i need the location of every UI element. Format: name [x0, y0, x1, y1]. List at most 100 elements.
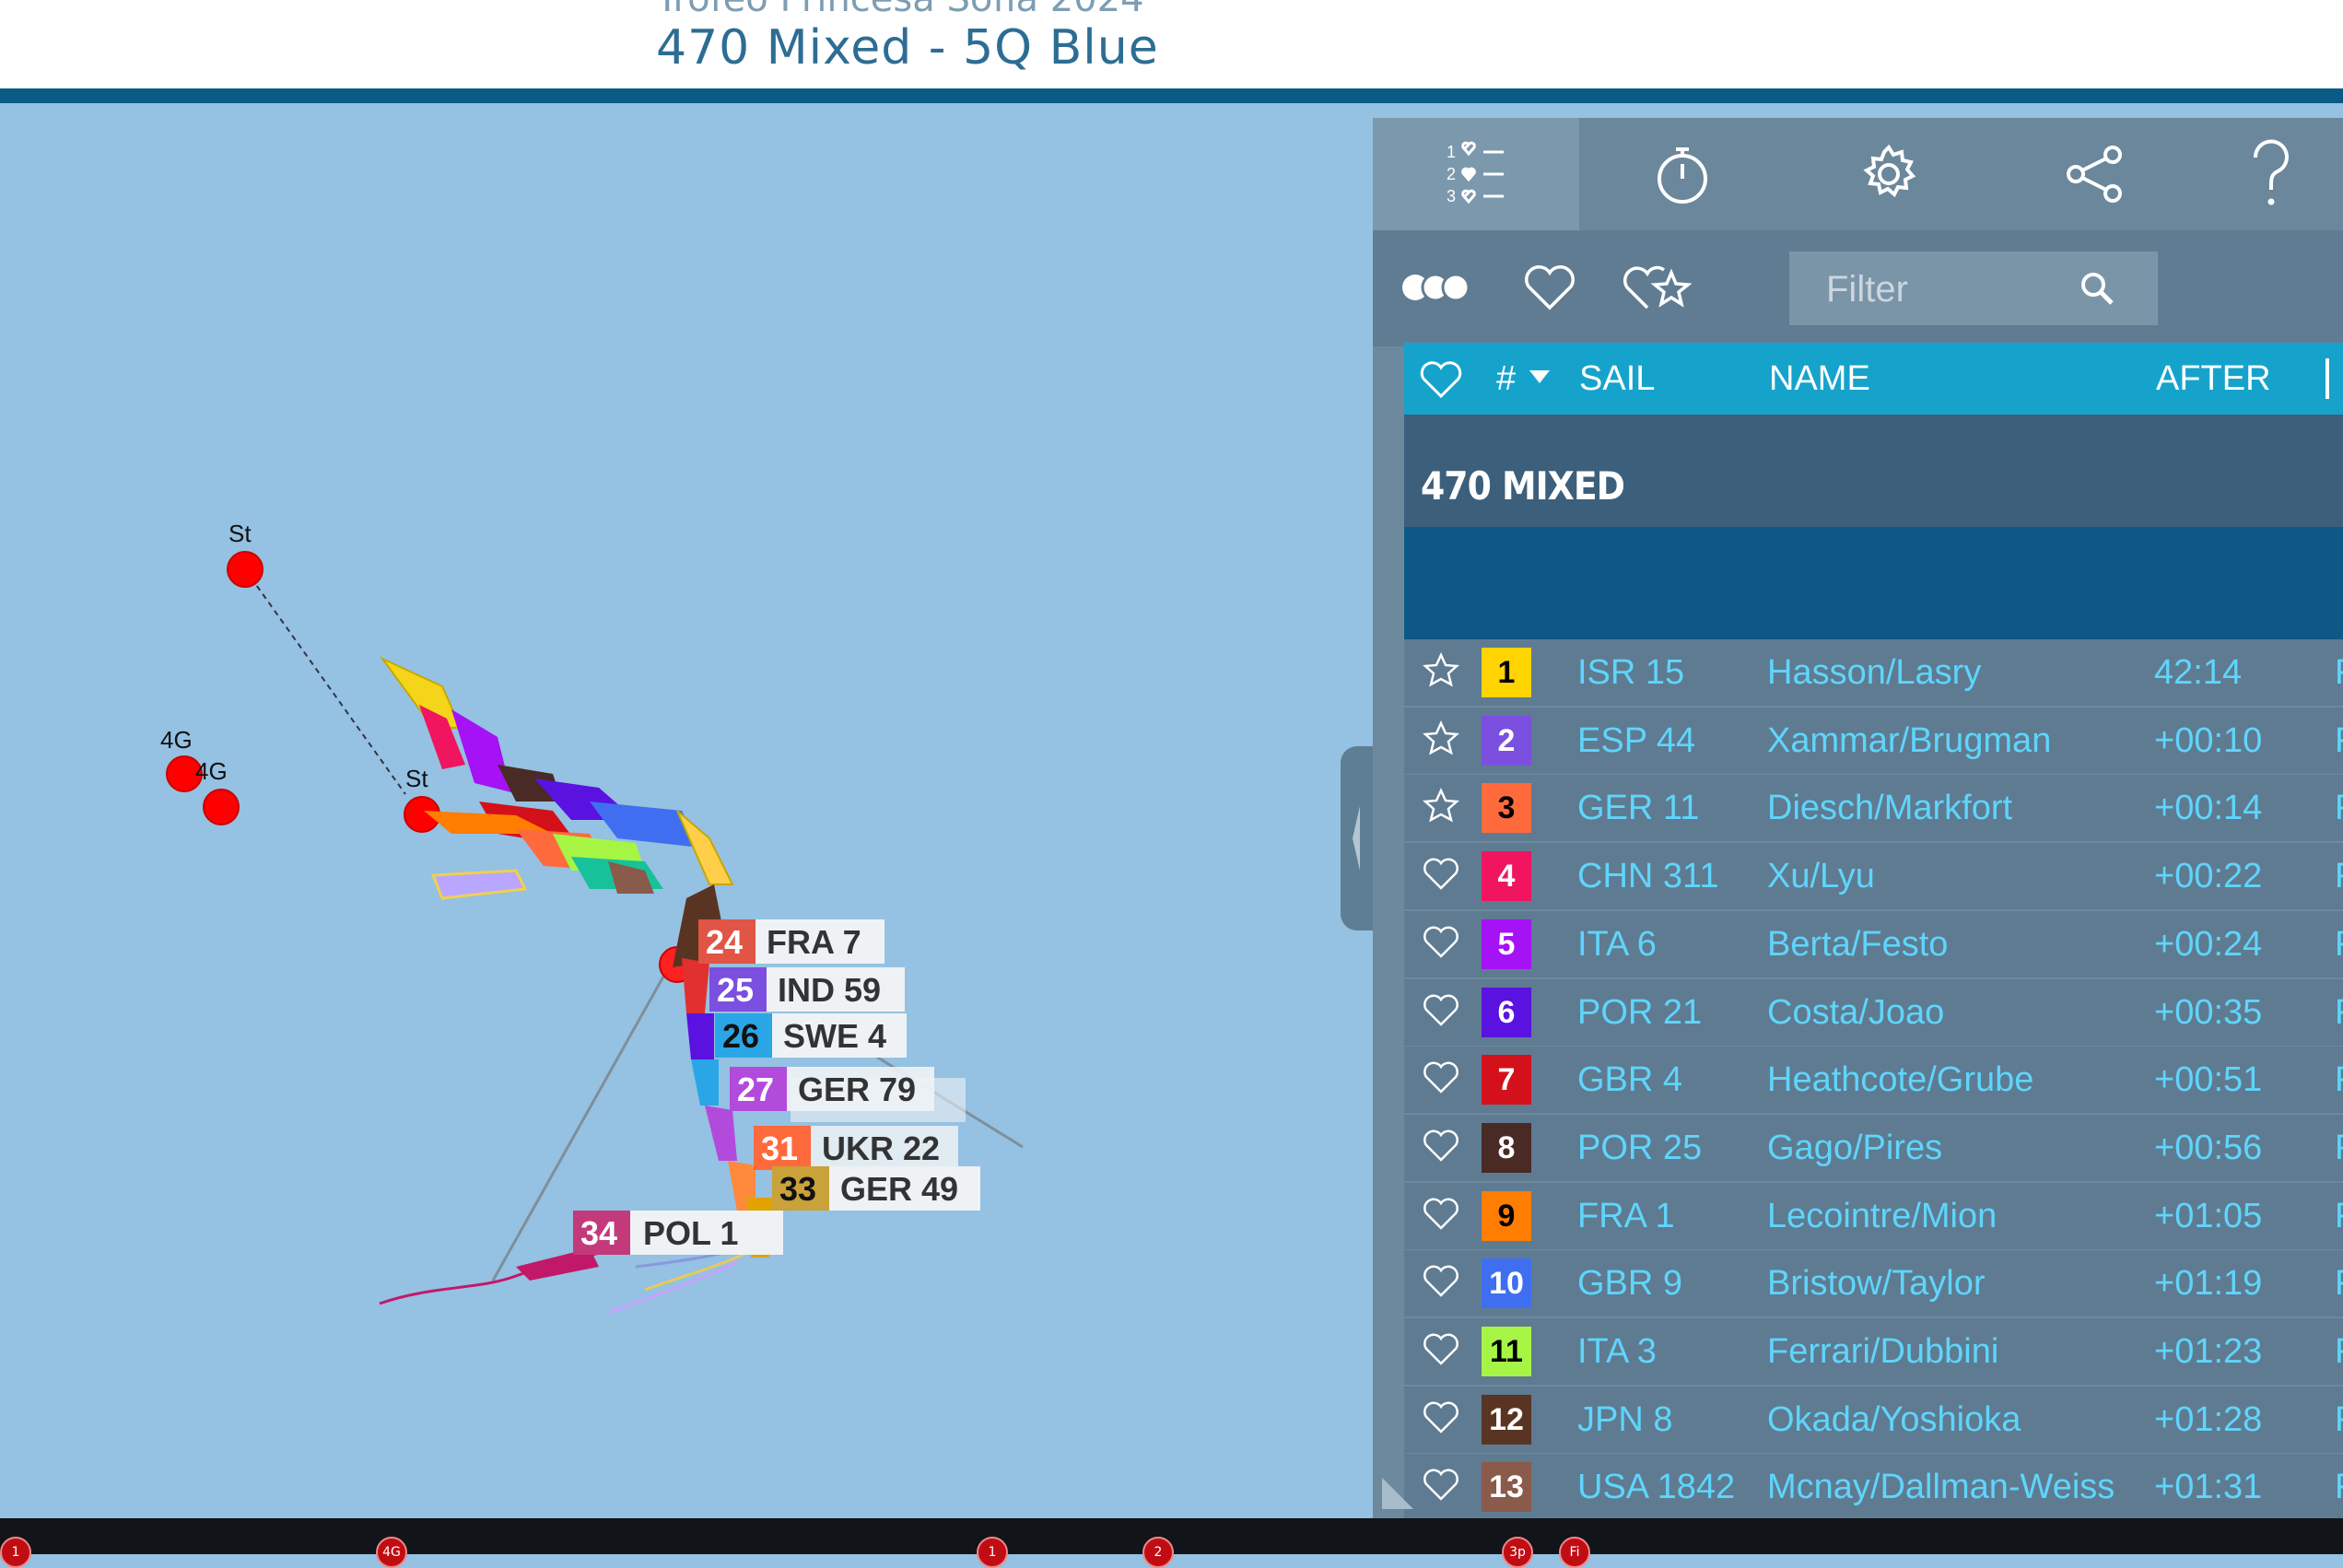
leaderboard-panel: 1 2 3 Filter # SAIL NAME AFTER 470 MIXED… — [1373, 118, 2343, 1518]
timeline-mark[interactable]: 1 — [977, 1537, 1008, 1568]
heart-icon[interactable] — [1423, 924, 1459, 965]
timeline-mark[interactable]: 4G — [376, 1537, 407, 1568]
table-row[interactable]: 5 ITA 6 Berta/Festo +00:24 F — [1404, 910, 2343, 977]
rank-badge: 13 — [1482, 1462, 1531, 1513]
heart-icon[interactable] — [1419, 359, 1463, 400]
heart-icon[interactable] — [1423, 1059, 1459, 1100]
star-icon[interactable] — [1422, 788, 1460, 828]
next-column-clip: F — [2335, 911, 2343, 977]
table-row[interactable]: 6 POR 21 Costa/Joao +00:35 F — [1404, 978, 2343, 1046]
heart-icon[interactable] — [1423, 1196, 1459, 1236]
sort-desc-icon[interactable] — [1529, 370, 1550, 383]
table-row[interactable]: 2 ESP 44 Xammar/Brugman +00:10 F — [1404, 707, 2343, 774]
sail-number: FRA 1 — [1577, 1196, 1675, 1235]
column-after[interactable]: AFTER — [2156, 343, 2271, 415]
crew-name[interactable]: Diesch/Markfort — [1767, 775, 2012, 841]
time-after: 42:14 — [2154, 653, 2243, 692]
crew-name[interactable]: Xammar/Brugman — [1767, 708, 2051, 774]
boat-rank: 34 — [580, 1214, 617, 1252]
crew-name[interactable]: Gago/Pires — [1767, 1115, 1942, 1181]
heart-icon[interactable] — [1423, 1263, 1459, 1304]
boat-rank: 33 — [779, 1170, 816, 1208]
crew-name[interactable]: Okada/Yoshioka — [1767, 1387, 2021, 1453]
column-name[interactable]: NAME — [1769, 343, 1870, 415]
favorites-star-filter[interactable] — [1622, 258, 1695, 317]
ranking-tab[interactable]: 1 2 3 — [1373, 118, 1579, 230]
table-row[interactable]: 3 GER 11 Diesch/Markfort +00:14 F — [1404, 775, 2343, 842]
crew-name[interactable]: Costa/Joao — [1767, 979, 1944, 1046]
table-row[interactable]: 12 JPN 8 Okada/Yoshioka +01:28 F — [1404, 1386, 2343, 1453]
race-title: 470 Mixed - 5Q Blue — [656, 20, 1159, 76]
help-icon — [2253, 139, 2289, 205]
time-after: +00:22 — [2154, 857, 2263, 896]
share-tab[interactable] — [1992, 118, 2198, 230]
next-column-clip: F — [2335, 1250, 2343, 1316]
crew-name[interactable]: Hasson/Lasry — [1767, 639, 1981, 706]
timeline-bar[interactable]: 1 4G 1 2 3p Fi — [0, 1518, 2343, 1568]
boat-sail: GER 79 — [798, 1071, 916, 1108]
filter-input[interactable] — [1789, 252, 2104, 327]
next-column-clip: F — [2335, 843, 2343, 909]
table-row[interactable]: 1 ISR 15 Hasson/Lasry 42:14 F — [1404, 639, 2343, 706]
boat-sail: IND 59 — [778, 971, 881, 1009]
crew-name[interactable]: Heathcote/Grube — [1767, 1047, 2033, 1113]
crew-name[interactable]: Bristow/Taylor — [1767, 1250, 1986, 1316]
timeline-mark[interactable]: 2 — [1142, 1537, 1174, 1568]
leaderboard-header: # SAIL NAME AFTER — [1404, 343, 2343, 415]
rank-badge: 6 — [1482, 987, 1531, 1037]
boat-rank: 25 — [717, 971, 754, 1009]
table-row[interactable]: 4 CHN 311 Xu/Lyu +00:22 F — [1404, 843, 2343, 910]
table-row[interactable]: 11 ITA 3 Ferrari/Dubbini +01:23 F — [1404, 1318, 2343, 1385]
crew-name[interactable]: Xu/Lyu — [1767, 843, 1875, 909]
table-row[interactable]: 8 POR 25 Gago/Pires +00:56 F — [1404, 1114, 2343, 1181]
heart-icon[interactable] — [1423, 992, 1459, 1033]
column-sail[interactable]: SAIL — [1579, 343, 1655, 415]
time-after: +00:56 — [2154, 1128, 2263, 1167]
timer-tab[interactable] — [1579, 118, 1786, 230]
boat-label-group[interactable]: 24 FRA 7 25 IND 59 26 SWE 4 27 GER 79 31… — [573, 919, 980, 1255]
boat-track — [607, 1260, 738, 1315]
boat-rank: 31 — [761, 1129, 798, 1167]
heart-icon[interactable] — [1423, 1467, 1459, 1507]
heart-icon[interactable] — [1423, 1331, 1459, 1372]
race-map[interactable]: St St 4G 4G 24 FRA 7 25 IND 59 26 SWE 4 … — [0, 118, 1373, 1518]
rank-badge: 4 — [1482, 851, 1531, 902]
timeline-mark[interactable]: 3p — [1502, 1537, 1533, 1568]
rank-badge: 3 — [1482, 783, 1531, 834]
all-boats-toggle[interactable] — [1400, 258, 1474, 317]
star-icon[interactable] — [1422, 720, 1460, 761]
all-boats-icon — [1402, 273, 1470, 302]
table-row[interactable]: 7 GBR 4 Heathcote/Grube +00:51 F — [1404, 1047, 2343, 1114]
column-rank[interactable]: # — [1496, 343, 1516, 415]
svg-text:1: 1 — [1447, 143, 1456, 161]
table-row[interactable]: 13 USA 1842 Mcnay/Dallman-Weiss +01:31 F — [1404, 1454, 2343, 1518]
next-column-clip: F — [2335, 1318, 2343, 1385]
boat-sail: SWE 4 — [783, 1017, 886, 1055]
mark-gate[interactable] — [203, 789, 240, 825]
crew-name[interactable]: Ferrari/Dubbini — [1767, 1318, 1998, 1385]
help-tab[interactable] — [2198, 118, 2343, 230]
mark-start[interactable] — [227, 551, 264, 588]
timeline-mark[interactable]: 1 — [0, 1537, 31, 1568]
heart-icon[interactable] — [1423, 856, 1459, 896]
search-icon[interactable] — [2079, 270, 2115, 307]
crew-name[interactable]: Mcnay/Dallman-Weiss — [1767, 1454, 2115, 1518]
time-after: +00:35 — [2154, 992, 2263, 1032]
crew-name[interactable]: Berta/Festo — [1767, 911, 1948, 977]
timeline-mark[interactable]: Fi — [1559, 1537, 1590, 1568]
next-column-clip: F — [2335, 708, 2343, 774]
sail-number: JPN 8 — [1577, 1399, 1673, 1439]
favorites-filter[interactable] — [1522, 258, 1577, 317]
table-row[interactable]: 9 FRA 1 Lecointre/Mion +01:05 F — [1404, 1182, 2343, 1249]
table-row[interactable]: 10 GBR 9 Bristow/Taylor +01:19 F — [1404, 1250, 2343, 1317]
collapse-panel-handle[interactable] — [1341, 746, 1374, 930]
star-icon[interactable] — [1422, 651, 1460, 693]
resize-handle[interactable] — [1382, 1478, 1413, 1509]
heart-icon[interactable] — [1423, 1128, 1459, 1168]
time-after: +00:24 — [2154, 924, 2263, 964]
settings-tab[interactable] — [1786, 118, 1992, 230]
heart-icon[interactable] — [1423, 1399, 1459, 1440]
next-column-clip: F — [2335, 1047, 2343, 1113]
sail-number: ESP 44 — [1577, 720, 1696, 760]
crew-name[interactable]: Lecointre/Mion — [1767, 1183, 1997, 1249]
